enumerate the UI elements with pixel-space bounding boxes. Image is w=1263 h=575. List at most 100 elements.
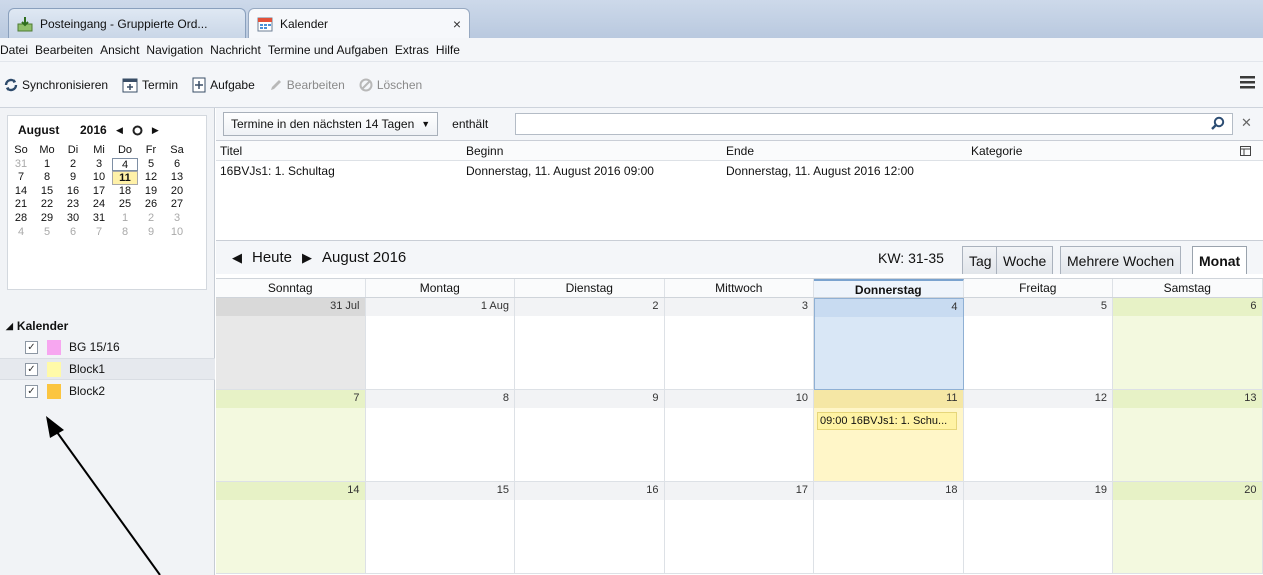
mini-calendar-day[interactable]: 8 [112, 226, 138, 240]
view-tab-week[interactable]: Woche [996, 246, 1054, 275]
mini-calendar-day[interactable]: 11 [112, 171, 138, 185]
collapse-triangle-icon[interactable]: ◢ [6, 321, 13, 332]
mini-calendar-day[interactable]: 23 [60, 198, 86, 212]
menu-navigation[interactable]: Navigation [146, 43, 203, 57]
mini-calendar-day[interactable]: 5 [34, 226, 60, 240]
mini-calendar-day[interactable]: 27 [164, 198, 190, 212]
mini-calendar-month[interactable]: August [18, 123, 80, 137]
mini-calendar-day[interactable]: 3 [164, 212, 190, 226]
month-day-cell[interactable]: 5 [963, 298, 1113, 390]
mini-calendar-day[interactable]: 20 [164, 185, 190, 199]
month-day-cell[interactable]: 31 Jul [216, 298, 366, 390]
mini-calendar-day[interactable]: 12 [138, 171, 164, 185]
menu-hilfe[interactable]: Hilfe [436, 43, 460, 57]
mini-calendar-day[interactable]: 24 [86, 198, 112, 212]
tab-close-icon[interactable]: × [447, 16, 461, 32]
previous-icon[interactable]: ◀ [232, 250, 242, 266]
column-end[interactable]: Ende [726, 144, 754, 158]
mini-calendar-day[interactable]: 6 [164, 158, 190, 172]
mini-calendar-day[interactable]: 7 [86, 226, 112, 240]
mini-calendar-day[interactable]: 26 [138, 198, 164, 212]
delete-button[interactable]: Löschen [359, 78, 422, 92]
next-month-icon[interactable]: ▶ [152, 125, 159, 136]
prev-month-icon[interactable]: ◀ [116, 125, 123, 136]
menu-ansicht[interactable]: Ansicht [100, 43, 139, 57]
tab-inbox[interactable]: Posteingang - Gruppierte Ord... [8, 8, 246, 38]
mini-calendar-day[interactable]: 22 [34, 198, 60, 212]
edit-button[interactable]: Bearbeiten [269, 78, 345, 92]
mini-calendar-day[interactable]: 15 [34, 185, 60, 199]
calendar-checkbox[interactable]: ✓ [25, 384, 38, 398]
month-day-cell[interactable]: 2 [515, 298, 665, 390]
mini-calendar-day[interactable]: 8 [34, 171, 60, 185]
column-title[interactable]: Titel [220, 144, 242, 158]
month-day-cell[interactable]: 17 [664, 482, 814, 574]
calendar-item-bg1516[interactable]: ✓ BG 15/16 [0, 336, 215, 358]
month-day-cell[interactable]: 1 Aug [365, 298, 515, 390]
mini-calendar-day[interactable]: 28 [8, 212, 34, 226]
mini-calendar-day[interactable]: 31 [8, 158, 34, 172]
search-input[interactable] [515, 113, 1233, 135]
table-row[interactable]: 16BVJs1: 1. Schultag Donnerstag, 11. Aug… [216, 161, 1263, 181]
new-task-button[interactable]: Aufgabe [192, 77, 255, 93]
mini-calendar-year[interactable]: 2016 [80, 123, 112, 137]
search-icon[interactable] [1211, 116, 1225, 130]
today-circle-icon[interactable] [132, 125, 143, 136]
mini-calendar-day[interactable]: 4 [8, 226, 34, 240]
mini-calendar-day[interactable]: 5 [138, 158, 164, 172]
month-day-cell[interactable]: 15 [365, 482, 515, 574]
view-tab-multiweek[interactable]: Mehrere Wochen [1060, 246, 1182, 275]
month-day-cell[interactable]: 3 [664, 298, 814, 390]
mini-calendar-day[interactable]: 1 [34, 158, 60, 172]
menu-datei[interactable]: Datei [0, 43, 28, 57]
mini-calendar-day[interactable]: 3 [86, 158, 112, 172]
calendar-event[interactable]: 09:00 16BVJs1: 1. Schu... [817, 412, 957, 430]
mini-calendar-day[interactable]: 29 [34, 212, 60, 226]
month-day-cell[interactable]: 7 [216, 390, 366, 482]
mini-calendar-day[interactable]: 10 [164, 226, 190, 240]
mini-calendar-day[interactable]: 4 [112, 157, 138, 172]
menu-extras[interactable]: Extras [395, 43, 429, 57]
mini-calendar-day[interactable]: 25 [112, 198, 138, 212]
column-start[interactable]: Beginn [466, 144, 503, 158]
mini-calendar-day[interactable]: 17 [86, 185, 112, 199]
month-day-cell[interactable]: 19 [963, 482, 1113, 574]
mini-calendar-day[interactable]: 31 [86, 212, 112, 226]
today-button[interactable]: Heute [252, 249, 292, 266]
mini-calendar-day[interactable]: 14 [8, 185, 34, 199]
view-tab-month[interactable]: Monat [1192, 246, 1248, 275]
calendar-list-header[interactable]: ◢ Kalender [0, 316, 215, 336]
sync-button[interactable]: Synchronisieren [4, 78, 108, 92]
tab-calendar[interactable]: Kalender × [248, 8, 470, 38]
mini-calendar-day[interactable]: 2 [138, 212, 164, 226]
mini-calendar-day[interactable]: 2 [60, 158, 86, 172]
mini-calendar-day[interactable]: 30 [60, 212, 86, 226]
menu-nachricht[interactable]: Nachricht [210, 43, 261, 57]
mini-calendar-day[interactable]: 1 [112, 212, 138, 226]
mini-calendar-day[interactable]: 18 [112, 185, 138, 199]
mini-calendar-day[interactable]: 21 [8, 198, 34, 212]
view-tab-day[interactable]: Tag [962, 246, 999, 275]
mini-calendar-day[interactable]: 13 [164, 171, 190, 185]
next-icon[interactable]: ▶ [302, 250, 312, 266]
month-day-cell[interactable]: 8 [365, 390, 515, 482]
month-day-cell[interactable]: 16 [515, 482, 665, 574]
mini-calendar-day[interactable]: 16 [60, 185, 86, 199]
menu-termine-aufgaben[interactable]: Termine und Aufgaben [268, 43, 388, 57]
menu-bearbeiten[interactable]: Bearbeiten [35, 43, 93, 57]
month-day-cell[interactable]: 20 [1113, 482, 1263, 574]
month-day-cell[interactable]: 6 [1113, 298, 1263, 390]
date-filter-dropdown[interactable]: Termine in den nächsten 14 Tagen ▼ [223, 112, 439, 136]
column-category[interactable]: Kategorie [971, 144, 1022, 158]
month-day-cell[interactable]: 4 [814, 298, 964, 390]
month-day-cell[interactable]: 14 [216, 482, 366, 574]
calendar-checkbox[interactable]: ✓ [25, 340, 38, 354]
column-picker-icon[interactable] [1240, 146, 1251, 156]
month-day-cell[interactable]: 12 [963, 390, 1113, 482]
mini-calendar-day[interactable]: 6 [60, 226, 86, 240]
month-day-cell[interactable]: 13 [1113, 390, 1263, 482]
month-day-cell[interactable]: 11 09:00 16BVJs1: 1. Schu... [814, 390, 964, 482]
month-day-cell[interactable]: 10 [664, 390, 814, 482]
mini-calendar-day[interactable]: 10 [86, 171, 112, 185]
new-event-button[interactable]: Termin [122, 77, 178, 93]
